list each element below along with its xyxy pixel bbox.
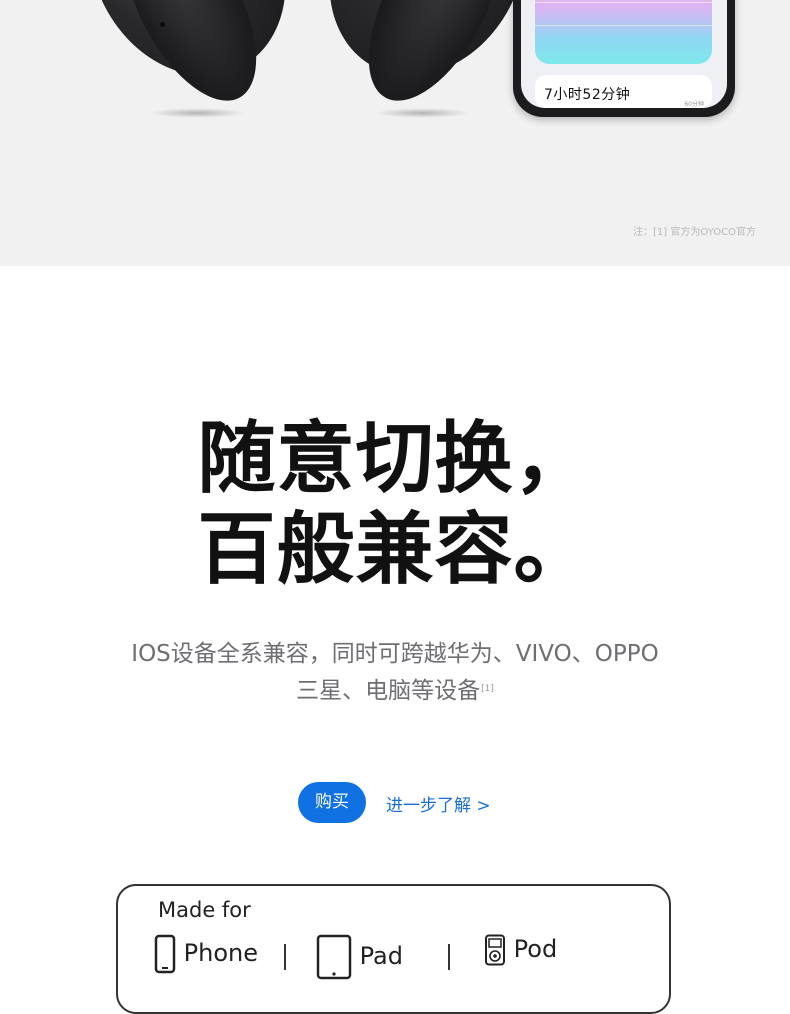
page-headline: 随意切换， 百般兼容。 [0, 414, 790, 596]
buy-button[interactable]: 购买 [298, 782, 366, 823]
right-cup-shadow [375, 108, 470, 118]
listening-time: 7小时52分钟 [544, 87, 631, 103]
headline-line-2: 百般兼容。 [197, 505, 593, 595]
phone-image: 7小时52分钟 60分钟 [513, 0, 735, 117]
description-line-2: 三星、电脑等设备 [296, 678, 481, 704]
compatibility-description: IOS设备全系兼容，同时可跨越华为、VIVO、OPPO 三星、电脑等设备[1] [0, 636, 790, 710]
footnote-ref: [1] [481, 684, 494, 694]
microphone-hole [160, 22, 165, 27]
made-for-badge: Made for Phone Pad Pod [116, 884, 671, 1014]
badge-divider [284, 944, 286, 970]
hero-footnote: 注：[1] 官方为OYOCO官方 [633, 227, 756, 238]
made-for-iphone: Phone [154, 934, 258, 974]
left-cup-shadow [150, 108, 245, 118]
headline-line-1: 随意切换， [197, 414, 593, 504]
made-for-ipad: Pad [316, 934, 403, 980]
badge-divider [448, 944, 450, 970]
made-for-ipod: Pod [484, 934, 557, 966]
learn-more-link[interactable]: 进一步了解 > [386, 791, 491, 816]
product-hero-banner: 7小时52分钟 60分钟 注：[1] 官方为OYOCO官方 [0, 0, 790, 266]
description-line-1: IOS设备全系兼容，同时可跨越华为、VIVO、OPPO [131, 641, 659, 667]
iphone-icon [154, 934, 176, 974]
listening-time-caption: 60分钟 [684, 101, 704, 108]
ipod-icon [485, 934, 505, 966]
ipad-icon [316, 934, 352, 980]
phone-screen: 7小时52分钟 60分钟 [521, 0, 727, 108]
battery-widget [535, 0, 712, 64]
made-for-title: Made for [158, 898, 251, 922]
listening-time-card: 7小时52分钟 60分钟 [535, 75, 712, 108]
